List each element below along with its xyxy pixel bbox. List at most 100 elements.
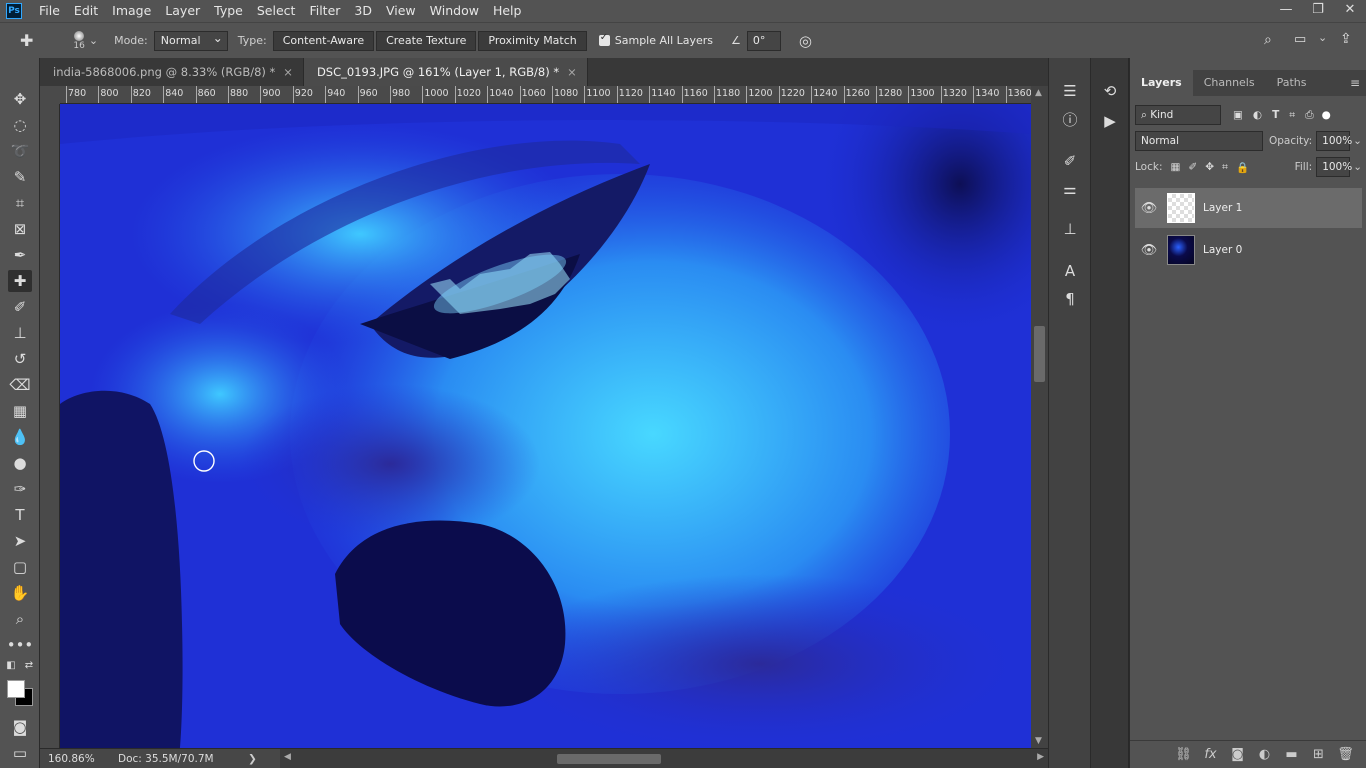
adjustments-icon[interactable]: ⚌ [1059,178,1081,200]
delete-layer-icon[interactable]: 🗑 [1332,747,1359,762]
brush-tool-icon[interactable]: ✐ [8,296,32,318]
paragraph-icon[interactable]: ¶ [1059,288,1081,310]
foreground-color-swatch[interactable] [7,680,25,698]
filter-type-icon[interactable]: T [1272,109,1279,121]
brush-preset-picker[interactable]: 16 [73,30,85,51]
more-tools-icon[interactable]: ••• [7,634,34,656]
close-window-button[interactable]: ✕ [1334,0,1366,22]
restore-button[interactable]: ❐ [1302,0,1334,22]
new-group-icon[interactable]: ▬ [1278,747,1305,762]
lock-transparent-icon[interactable]: ▦ [1170,161,1180,173]
zoom-tool-icon[interactable]: ⌕ [8,608,32,630]
layer-style-icon[interactable]: fx [1197,747,1224,762]
chevron-down-icon[interactable]: ⌄ [89,34,98,47]
quick-select-tool-icon[interactable]: ✎ [8,166,32,188]
move-tool-icon[interactable]: ✥ [8,88,32,110]
healing-brush-tool-icon[interactable]: ✚ [8,270,32,292]
workspace-icon[interactable]: ▭ [1294,32,1306,47]
crop-tool-icon[interactable]: ⌗ [8,192,32,214]
pen-tool-icon[interactable]: ✑ [8,478,32,500]
layer-name[interactable]: Layer 0 [1203,244,1242,256]
lock-artboard-icon[interactable]: ⌗ [1222,161,1228,174]
lock-all-icon[interactable]: 🔒 [1236,161,1249,174]
share-icon[interactable]: ⇪ [1340,31,1352,47]
sample-all-layers-checkbox[interactable] [598,32,610,46]
history-icon[interactable]: ⟲ [1099,80,1121,102]
brush-settings-icon[interactable]: ✐ [1059,150,1081,172]
properties-icon[interactable]: ☰ [1059,80,1081,102]
zoom-level[interactable]: 160.86% [48,753,118,765]
blend-mode-select[interactable]: Normal [1135,131,1263,151]
layer-row-layer-1[interactable]: 👁 Layer 1 [1135,188,1362,228]
filter-pixel-icon[interactable]: ▣ [1233,109,1243,121]
vertical-scrollbar[interactable]: ▲ ▼ [1031,86,1048,748]
visibility-eye-icon[interactable]: 👁 [1135,201,1163,216]
tab-india-png[interactable]: india-5868006.png @ 8.33% (RGB/8) * × [40,58,304,86]
filter-shape-icon[interactable]: ⌗ [1289,109,1295,122]
menu-help[interactable]: Help [486,0,529,22]
menu-edit[interactable]: Edit [67,0,105,22]
lock-position-icon[interactable]: ✥ [1205,161,1214,173]
menu-view[interactable]: View [379,0,423,22]
chevron-down-icon[interactable]: ⌄ [1353,135,1362,147]
fill-input[interactable]: 100% [1316,157,1352,177]
blur-tool-icon[interactable]: 💧 [8,426,32,448]
marquee-tool-icon[interactable]: ◌ [8,114,32,136]
character-icon[interactable]: A [1059,260,1081,282]
new-adjustment-icon[interactable]: ◐ [1251,747,1278,762]
pressure-icon[interactable]: ◎ [799,32,812,50]
dodge-tool-icon[interactable]: ● [8,452,32,474]
screen-mode-icon[interactable]: ▭ [8,742,32,764]
menu-file[interactable]: File [32,0,67,22]
eraser-tool-icon[interactable]: ⌫ [8,374,32,396]
filter-adjustment-icon[interactable]: ◐ [1253,109,1262,121]
clone-source-icon[interactable]: ⊥ [1059,218,1081,240]
minimize-button[interactable]: — [1270,0,1302,22]
document-canvas[interactable] [60,104,1031,748]
scroll-left-icon[interactable]: ◀ [284,752,291,762]
close-icon[interactable]: × [283,65,293,79]
tab-dsc-0193[interactable]: DSC_0193.JPG @ 161% (Layer 1, RGB/8) * × [303,58,588,86]
add-mask-icon[interactable]: ◙ [1224,747,1251,762]
content-aware-button[interactable]: Content-Aware [272,30,375,51]
gradient-tool-icon[interactable]: ▦ [8,400,32,422]
menu-3d[interactable]: 3D [347,0,379,22]
close-icon[interactable]: × [567,65,577,79]
rectangle-tool-icon[interactable]: ▢ [8,556,32,578]
create-texture-button[interactable]: Create Texture [376,30,477,51]
scroll-right-icon[interactable]: ▶ [1037,752,1044,762]
opacity-input[interactable]: 100% [1316,131,1352,151]
link-layers-icon[interactable]: ⛓ [1170,747,1197,762]
panel-menu-icon[interactable]: ≡ [1350,70,1360,96]
chevron-down-icon[interactable]: ⌄ [1353,161,1362,173]
chevron-down-icon[interactable]: ⌄ [1318,31,1327,44]
mode-select[interactable]: Normal [153,29,228,51]
filter-smart-object-icon[interactable]: ⎙ [1305,109,1313,122]
menu-layer[interactable]: Layer [158,0,207,22]
tab-layers[interactable]: Layers [1130,70,1193,96]
info-icon[interactable]: ⓘ [1059,108,1081,130]
horizontal-scrollbar[interactable]: ◀ ▶ [280,749,1048,768]
swap-colors-icon[interactable]: ⇄ [22,658,36,672]
menu-image[interactable]: Image [105,0,158,22]
type-tool-icon[interactable]: T [8,504,32,526]
history-brush-tool-icon[interactable]: ↺ [8,348,32,370]
filter-kind-select[interactable]: ⌕ Kind [1135,105,1221,125]
tab-channels[interactable]: Channels [1193,70,1266,96]
menu-filter[interactable]: Filter [302,0,347,22]
proximity-match-button[interactable]: Proximity Match [478,30,587,51]
search-icon[interactable]: ⌕ [1264,32,1272,48]
path-select-tool-icon[interactable]: ➤ [8,530,32,552]
scroll-up-icon[interactable]: ▲ [1035,88,1042,98]
frame-tool-icon[interactable]: ⊠ [8,218,32,240]
lock-paint-icon[interactable]: ✐ [1188,161,1197,173]
hand-tool-icon[interactable]: ✋ [8,582,32,604]
vertical-scroll-thumb[interactable] [1034,326,1045,382]
angle-input[interactable]: 0° [746,30,781,51]
layer-row-layer-0[interactable]: 👁 Layer 0 [1135,230,1362,270]
new-layer-icon[interactable]: ⊞ [1305,747,1332,762]
visibility-eye-icon[interactable]: 👁 [1135,243,1163,258]
healing-brush-tool-icon[interactable]: ✚ [20,31,33,50]
clone-stamp-tool-icon[interactable]: ⊥ [8,322,32,344]
menu-type[interactable]: Type [207,0,250,22]
